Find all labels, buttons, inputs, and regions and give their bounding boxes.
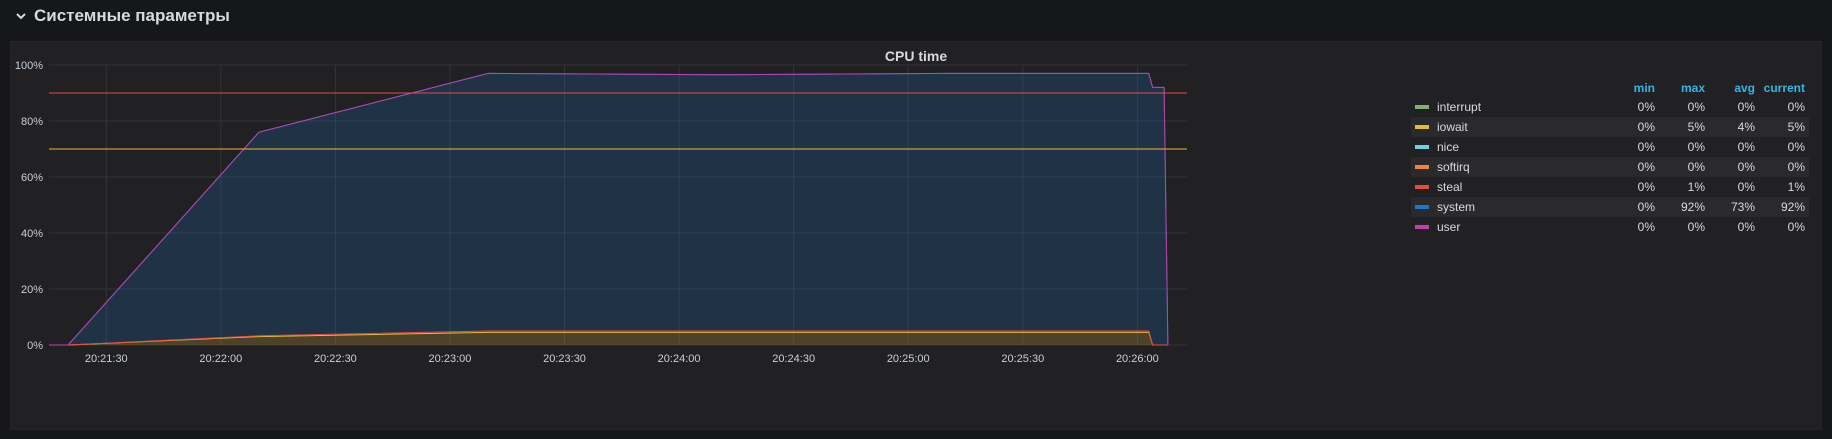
legend-value-min: 0% [1637,200,1655,214]
legend-value-max: 1% [1687,180,1705,194]
x-tick-label: 20:23:00 [429,353,472,365]
y-tick-label: 0% [27,340,43,352]
legend-header-current[interactable]: current [1755,81,1809,95]
y-tick-label: 80% [21,116,43,128]
legend-swatch-icon[interactable] [1415,125,1429,129]
legend-value-min: 0% [1637,160,1655,174]
legend-value-avg: 4% [1737,120,1755,134]
legend-value-max: 92% [1680,200,1705,214]
y-tick-label: 20% [21,284,43,296]
legend-value-current: 0% [1787,220,1805,234]
legend: min max avg current interrupt 0% 0% 0% 0% iow… [1411,75,1809,237]
legend-swatch-icon[interactable] [1415,185,1429,189]
x-tick-label: 20:26:00 [1116,353,1159,365]
legend-item-interrupt[interactable]: interrupt 0% 0% 0% 0% [1411,97,1809,117]
legend-swatch-icon[interactable] [1415,165,1429,169]
legend-swatch-icon[interactable] [1415,205,1429,209]
legend-swatch-icon[interactable] [1415,225,1429,229]
x-tick-label: 20:23:30 [543,353,586,365]
legend-item-user[interactable]: user 0% 0% 0% 0% [1411,217,1809,237]
legend-swatch-icon[interactable] [1415,105,1429,109]
legend-value-current: 1% [1787,180,1805,194]
legend-label[interactable]: user [1437,220,1460,234]
legend-value-avg: 0% [1737,100,1755,114]
legend-value-min: 0% [1637,120,1655,134]
legend-value-max: 0% [1687,160,1705,174]
legend-value-avg: 73% [1730,200,1755,214]
legend-item-iowait[interactable]: iowait 0% 5% 4% 5% [1411,117,1809,137]
legend-value-avg: 0% [1737,220,1755,234]
legend-value-current: 0% [1787,160,1805,174]
legend-label[interactable]: softirq [1437,160,1470,174]
legend-value-avg: 0% [1737,140,1755,154]
legend-value-current: 5% [1787,120,1805,134]
legend-label[interactable]: system [1437,200,1475,214]
legend-value-min: 0% [1637,140,1655,154]
x-tick-label: 20:22:00 [199,353,242,365]
chevron-down-icon[interactable] [12,7,30,25]
x-tick-label: 20:21:30 [85,353,128,365]
y-tick-label: 40% [21,228,43,240]
x-tick-label: 20:24:30 [772,353,815,365]
legend-value-min: 0% [1637,220,1655,234]
legend-value-min: 0% [1637,180,1655,194]
panel-title[interactable]: CPU time [11,48,1821,64]
x-tick-label: 20:25:30 [1001,353,1044,365]
legend-header-avg[interactable]: avg [1705,81,1755,95]
legend-header-min[interactable]: min [1605,81,1655,95]
legend-value-max: 0% [1687,220,1705,234]
legend-value-current: 0% [1787,140,1805,154]
x-tick-label: 20:22:30 [314,353,357,365]
legend-label[interactable]: interrupt [1437,100,1481,114]
legend-value-current: 92% [1780,200,1805,214]
row-title[interactable]: Системные параметры [34,6,230,26]
row-header[interactable]: Системные параметры [0,0,1832,32]
legend-item-nice[interactable]: nice 0% 0% 0% 0% [1411,137,1809,157]
legend-value-min: 0% [1637,100,1655,114]
legend-header-max[interactable]: max [1655,81,1705,95]
legend-value-max: 0% [1687,140,1705,154]
legend-item-softirq[interactable]: softirq 0% 0% 0% 0% [1411,157,1809,177]
y-tick-label: 60% [21,172,43,184]
series-area-system [49,73,1168,346]
legend-label[interactable]: nice [1437,140,1459,154]
legend-value-current: 0% [1787,100,1805,114]
legend-header-row: min max avg current [1411,75,1809,97]
legend-label[interactable]: iowait [1437,120,1468,134]
legend-value-max: 5% [1687,120,1705,134]
legend-item-steal[interactable]: steal 0% 1% 0% 1% [1411,177,1809,197]
legend-value-avg: 0% [1737,160,1755,174]
x-tick-label: 20:25:00 [887,353,930,365]
cpu-time-panel: 0% 20% 40% 60% 80% 100% 20:21:30 20:22:00 20:22:… [10,41,1822,430]
legend-label[interactable]: steal [1437,180,1462,194]
legend-swatch-icon[interactable] [1415,145,1429,149]
legend-item-system[interactable]: system 0% 92% 73% 92% [1411,197,1809,217]
legend-value-max: 0% [1687,100,1705,114]
x-tick-label: 20:24:00 [658,353,701,365]
legend-value-avg: 0% [1737,180,1755,194]
